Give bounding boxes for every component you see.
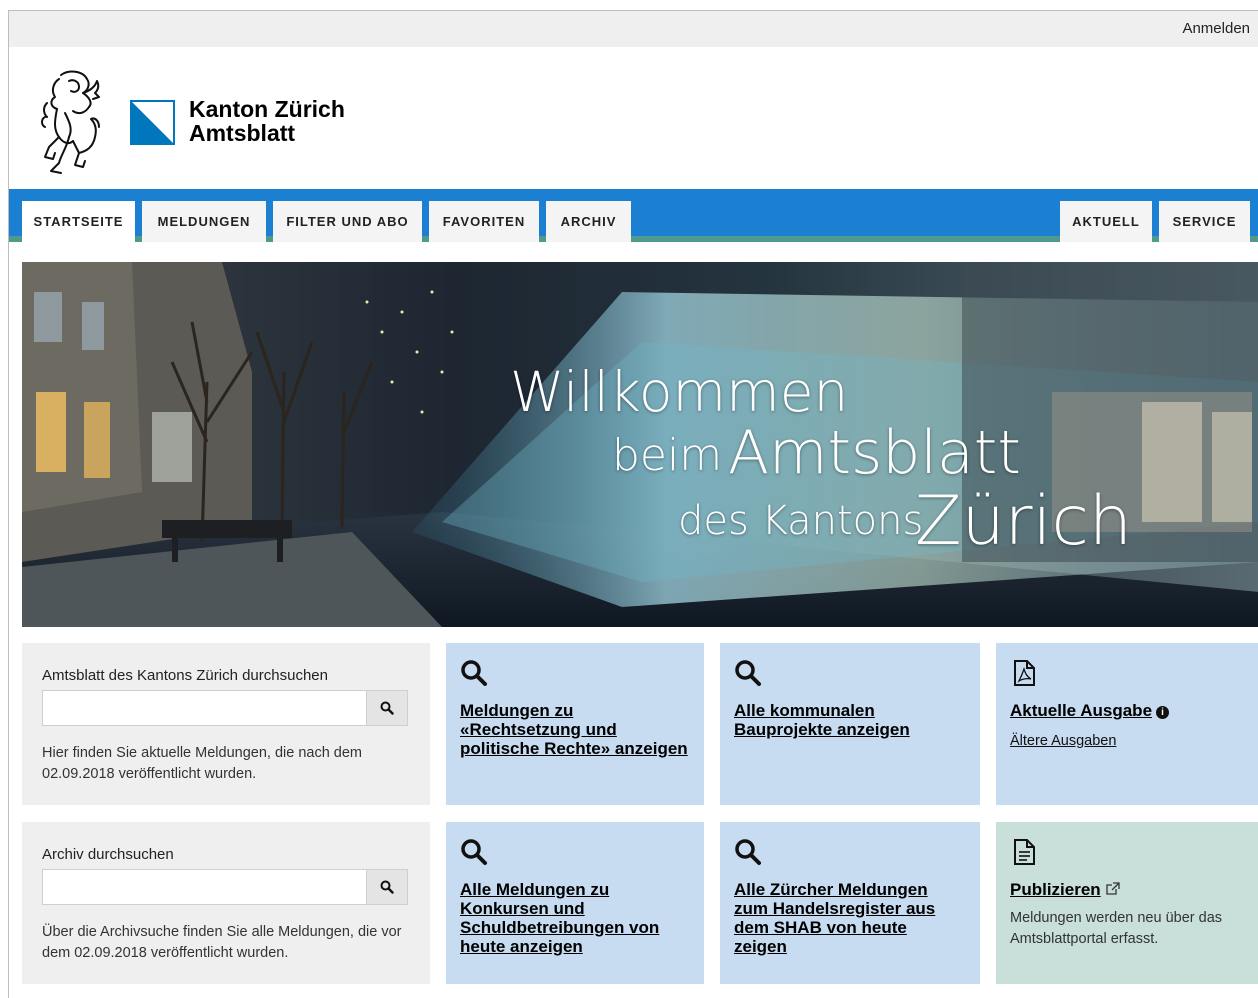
magnifier-icon	[461, 660, 487, 686]
page: Anmelden Kanton Zürich Amtsblatt STARTSE…	[8, 10, 1258, 998]
search-archive-input[interactable]	[42, 869, 366, 905]
search-archive-row	[42, 869, 408, 905]
login-link[interactable]: Anmelden	[1182, 20, 1250, 37]
tab-service[interactable]: SERVICE	[1159, 201, 1250, 242]
hero-line-3a: des Kantons	[678, 498, 924, 544]
tab-filter-und-abo[interactable]: FILTER UND ABO	[273, 201, 422, 242]
search-archive-note: Über die Archivsuche finden Sie alle Mel…	[42, 924, 402, 961]
link-aktuelle-ausgabe[interactable]: Aktuelle Ausgabe	[1010, 701, 1152, 720]
magnifier-icon	[735, 660, 761, 686]
lion-logo-icon[interactable]	[39, 67, 101, 175]
main-navigation: STARTSEITE MELDUNGEN FILTER UND ABO FAVO…	[9, 189, 1258, 242]
card-handelsregister: Alle Zürcher Meldungen zum Handelsregist…	[720, 822, 980, 984]
pdf-file-icon	[1014, 660, 1035, 686]
search-archive-title: Archiv durchsuchen	[42, 846, 174, 863]
search-icon	[380, 880, 394, 894]
document-icon	[1014, 839, 1035, 865]
hero-line-3b: Zürich	[915, 482, 1133, 561]
brand-line-2: Amtsblatt	[189, 120, 296, 146]
card-aktuelle-ausgabe: Aktuelle Ausgabe i Ältere Ausgaben	[996, 643, 1258, 805]
hero-line-2a: beim	[612, 430, 723, 481]
link-handelsregister[interactable]: Alle Zürcher Meldungen zum Handelsregist…	[734, 880, 949, 956]
search-archive-card: Archiv durchsuchen Über die Archivsuche …	[22, 822, 430, 984]
search-current-title: Amtsblatt des Kantons Zürich durchsuchen	[42, 667, 328, 684]
hero-banner: Willkommen beim Amtsblatt des Kantons Zü…	[22, 262, 1258, 627]
hero-line-2b: Amtsblatt	[728, 418, 1021, 488]
top-bar: Anmelden	[9, 11, 1258, 47]
brand-title[interactable]: Kanton Zürich Amtsblatt	[189, 97, 345, 145]
info-icon[interactable]: i	[1156, 706, 1170, 719]
tab-archiv[interactable]: ARCHIV	[546, 201, 631, 242]
search-current-input[interactable]	[42, 690, 366, 726]
search-current-row	[42, 690, 408, 726]
tab-meldungen[interactable]: MELDUNGEN	[142, 201, 266, 242]
link-publizieren[interactable]: Publizieren	[1010, 880, 1101, 899]
link-konkurse[interactable]: Alle Meldungen zu Konkursen und Schuldbe…	[460, 880, 690, 956]
link-rechtsetzung[interactable]: Meldungen zu «Rechtsetzung und politisch…	[460, 701, 690, 758]
card-bauprojekte: Alle kommunalen Bauprojekte anzeigen	[720, 643, 980, 805]
card-publizieren: Publizieren Meldungen werden neu über da…	[996, 822, 1258, 984]
search-icon	[380, 701, 394, 715]
search-archive-button[interactable]	[366, 869, 408, 905]
hero-line-1: Willkommen	[510, 360, 849, 424]
tab-favoriten[interactable]: FAVORITEN	[429, 201, 539, 242]
magnifier-icon	[461, 839, 487, 865]
external-link-icon	[1106, 882, 1120, 895]
link-aeltere-ausgaben[interactable]: Ältere Ausgaben	[1010, 733, 1116, 749]
search-current-button[interactable]	[366, 690, 408, 726]
brand-header: Kanton Zürich Amtsblatt	[9, 47, 1258, 189]
tab-startseite[interactable]: STARTSEITE	[22, 201, 135, 242]
card-konkurse: Alle Meldungen zu Konkursen und Schuldbe…	[446, 822, 704, 984]
search-current-note: Hier finden Sie aktuelle Meldungen, die …	[42, 745, 363, 782]
search-current-card: Amtsblatt des Kantons Zürich durchsuchen…	[22, 643, 430, 805]
magnifier-icon	[735, 839, 761, 865]
publizieren-note: Meldungen werden neu über das Amtsblattp…	[1010, 910, 1223, 947]
zurich-flag-icon	[130, 100, 175, 145]
link-bauprojekte[interactable]: Alle kommunalen Bauprojekte anzeigen	[734, 701, 934, 739]
brand-line-1: Kanton Zürich	[189, 96, 345, 122]
tab-aktuell[interactable]: AKTUELL	[1060, 201, 1152, 242]
card-rechtsetzung: Meldungen zu «Rechtsetzung und politisch…	[446, 643, 704, 805]
